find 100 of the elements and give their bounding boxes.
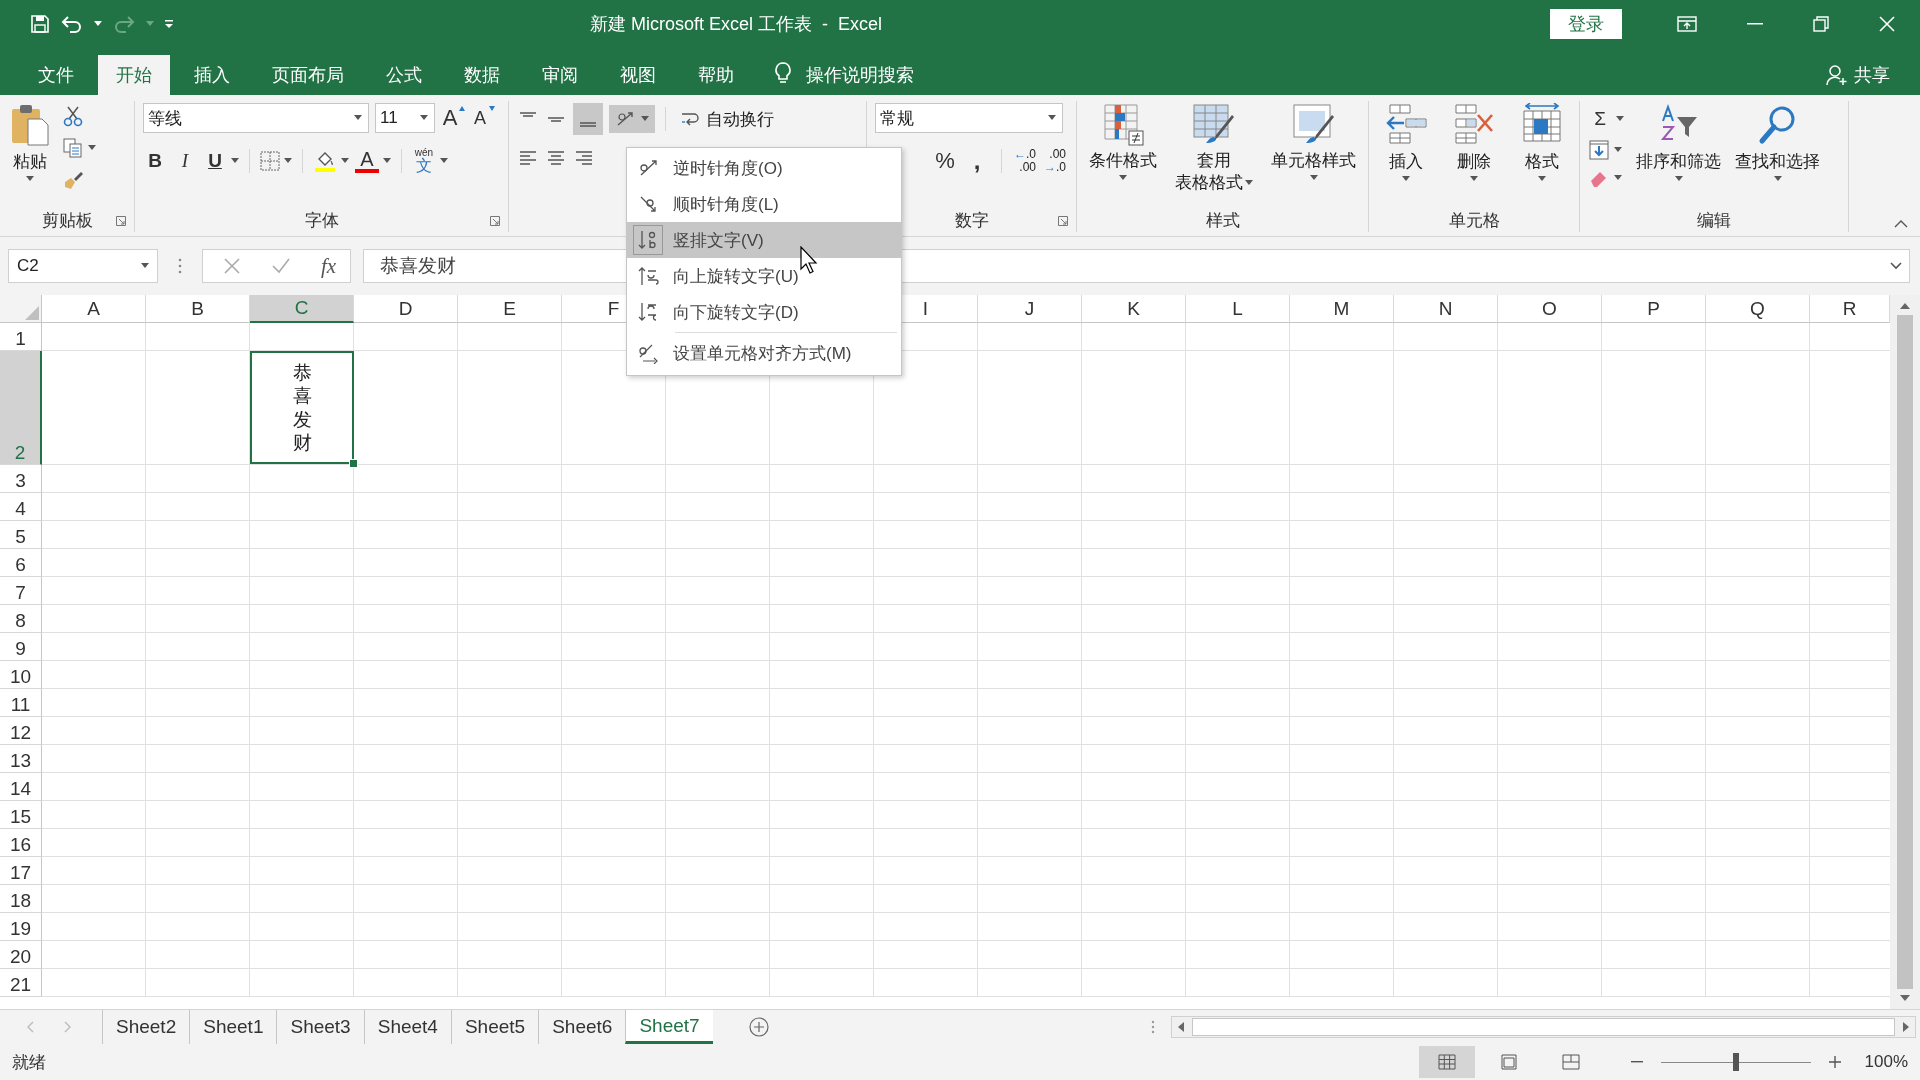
autosum-button[interactable]: Σ — [1588, 105, 1612, 133]
ribbon-tab[interactable]: 审阅 — [524, 55, 596, 95]
scroll-down-icon[interactable] — [1900, 995, 1910, 1001]
zoom-in-icon[interactable] — [1828, 1056, 1841, 1068]
ribbon-tab[interactable]: 插入 — [176, 55, 248, 95]
column-header[interactable]: Q — [1706, 295, 1810, 323]
increase-font-button[interactable]: A — [441, 104, 465, 132]
sort-filter-button[interactable]: 排序和筛选 — [1634, 101, 1723, 184]
paste-button[interactable]: 粘贴 — [8, 101, 52, 184]
row-header[interactable]: 21 — [0, 969, 42, 997]
column-header[interactable]: C — [250, 295, 354, 323]
ribbon-tab[interactable]: 视图 — [602, 55, 674, 95]
column-header[interactable]: N — [1394, 295, 1498, 323]
restore-icon[interactable] — [1813, 16, 1829, 32]
row-header[interactable]: 16 — [0, 829, 42, 857]
zoom-level[interactable]: 100% — [1864, 1052, 1908, 1072]
drag-handle-icon[interactable] — [178, 258, 182, 274]
tell-me-search[interactable]: 操作说明搜索 — [806, 55, 914, 95]
ribbon-tab[interactable]: 开始 — [98, 55, 170, 95]
caret-icon[interactable] — [231, 158, 239, 164]
find-select-button[interactable]: 查找和选择 — [1733, 101, 1822, 184]
dialog-launcher-icon[interactable] — [490, 216, 500, 226]
column-header[interactable]: K — [1082, 295, 1186, 323]
expand-formula-bar-icon[interactable] — [1890, 262, 1902, 270]
cells-button[interactable]: 插入 — [1382, 101, 1430, 184]
font-color-button[interactable]: A — [355, 149, 379, 173]
add-sheet-icon[interactable] — [747, 1016, 770, 1038]
cells-button[interactable]: 删除 — [1450, 101, 1498, 184]
styles-button[interactable]: 套用 表格格式 — [1173, 101, 1255, 196]
wrap-text-button[interactable]: 自动换行 — [676, 103, 778, 135]
scroll-left-icon[interactable] — [1178, 1022, 1184, 1032]
scroll-right-icon[interactable] — [1903, 1022, 1909, 1032]
row-header[interactable]: 17 — [0, 857, 42, 885]
row-header[interactable]: 2 — [0, 351, 42, 465]
format-painter-icon[interactable] — [62, 169, 84, 191]
column-header[interactable]: R — [1810, 295, 1890, 323]
row-header[interactable]: 7 — [0, 577, 42, 605]
caret-icon[interactable] — [284, 158, 292, 164]
comma-style-button[interactable]: , — [965, 147, 989, 175]
cut-icon[interactable] — [62, 105, 84, 127]
ribbon-tab[interactable]: 公式 — [368, 55, 440, 95]
table-cell[interactable]: 恭喜发财 — [250, 351, 354, 464]
customize-icon[interactable] — [164, 19, 174, 29]
caret-icon[interactable] — [1614, 147, 1622, 153]
caret-icon[interactable] — [440, 158, 448, 164]
column-header[interactable]: P — [1602, 295, 1706, 323]
column-header[interactable]: L — [1186, 295, 1290, 323]
save-icon[interactable] — [30, 14, 50, 34]
column-header[interactable]: M — [1290, 295, 1394, 323]
normal-view-button[interactable] — [1418, 1046, 1475, 1078]
close-icon[interactable] — [1879, 16, 1895, 32]
slider-thumb[interactable] — [1732, 1053, 1739, 1071]
scroll-thumb[interactable] — [1192, 1018, 1895, 1036]
number-format-combobox[interactable]: 常规 — [875, 103, 1063, 133]
percent-button[interactable]: % — [933, 147, 957, 175]
decrease-decimal-button[interactable]: .00 →.0 — [1044, 148, 1067, 174]
styles-button[interactable]: 单元格样式 — [1269, 101, 1358, 183]
row-header[interactable]: 10 — [0, 661, 42, 689]
dialog-launcher-icon[interactable] — [1058, 216, 1068, 226]
row-header[interactable]: 18 — [0, 885, 42, 913]
decrease-font-button[interactable]: A — [471, 104, 495, 132]
scroll-thumb[interactable] — [1897, 315, 1913, 989]
row-header[interactable]: 11 — [0, 689, 42, 717]
row-header[interactable]: 20 — [0, 941, 42, 969]
sheet-tab[interactable]: Sheet7 — [625, 1010, 713, 1044]
row-header[interactable]: 13 — [0, 745, 42, 773]
column-header[interactable]: D — [354, 295, 458, 323]
menu-item[interactable]: 竖排文字(V) — [627, 222, 901, 258]
fill-handle[interactable] — [349, 459, 358, 468]
bottom-align-icon[interactable] — [573, 103, 603, 135]
row-header[interactable]: 9 — [0, 633, 42, 661]
vertical-scrollbar[interactable] — [1890, 295, 1920, 1009]
menu-item[interactable]: 设置单元格对齐方式(M) — [627, 335, 901, 371]
caret-icon[interactable] — [94, 21, 102, 27]
caret-icon[interactable] — [1616, 116, 1624, 122]
name-box[interactable]: C2 — [8, 249, 158, 283]
phonetic-guide-button[interactable]: wén 文 — [412, 147, 436, 175]
ribbon-display-icon[interactable] — [1677, 16, 1697, 32]
login-button[interactable]: 登录 — [1550, 9, 1622, 39]
undo-icon[interactable] — [60, 14, 84, 34]
cells-button[interactable]: 格式 — [1518, 101, 1566, 184]
insert-function-button[interactable]: fx — [321, 253, 337, 279]
row-header[interactable]: 5 — [0, 521, 42, 549]
horizontal-scrollbar[interactable] — [1171, 1016, 1916, 1038]
caret-icon[interactable] — [1614, 175, 1622, 181]
scroll-up-icon[interactable] — [1900, 303, 1910, 309]
menu-item[interactable]: 逆时针角度(O) — [627, 150, 901, 186]
column-header[interactable]: O — [1498, 295, 1602, 323]
styles-button[interactable]: 条件格式 — [1087, 101, 1159, 183]
ribbon-tab[interactable]: 数据 — [446, 55, 518, 95]
column-header[interactable]: A — [42, 295, 146, 323]
copy-icon[interactable] — [62, 137, 84, 159]
row-header[interactable]: 12 — [0, 717, 42, 745]
fill-down-icon[interactable] — [1588, 139, 1610, 161]
row-header[interactable]: 15 — [0, 801, 42, 829]
bold-button[interactable]: B — [143, 147, 167, 175]
column-header[interactable]: B — [146, 295, 250, 323]
underline-button[interactable]: U — [203, 147, 227, 175]
caret-icon[interactable] — [383, 158, 391, 164]
ribbon-tab[interactable]: 帮助 — [680, 55, 752, 95]
